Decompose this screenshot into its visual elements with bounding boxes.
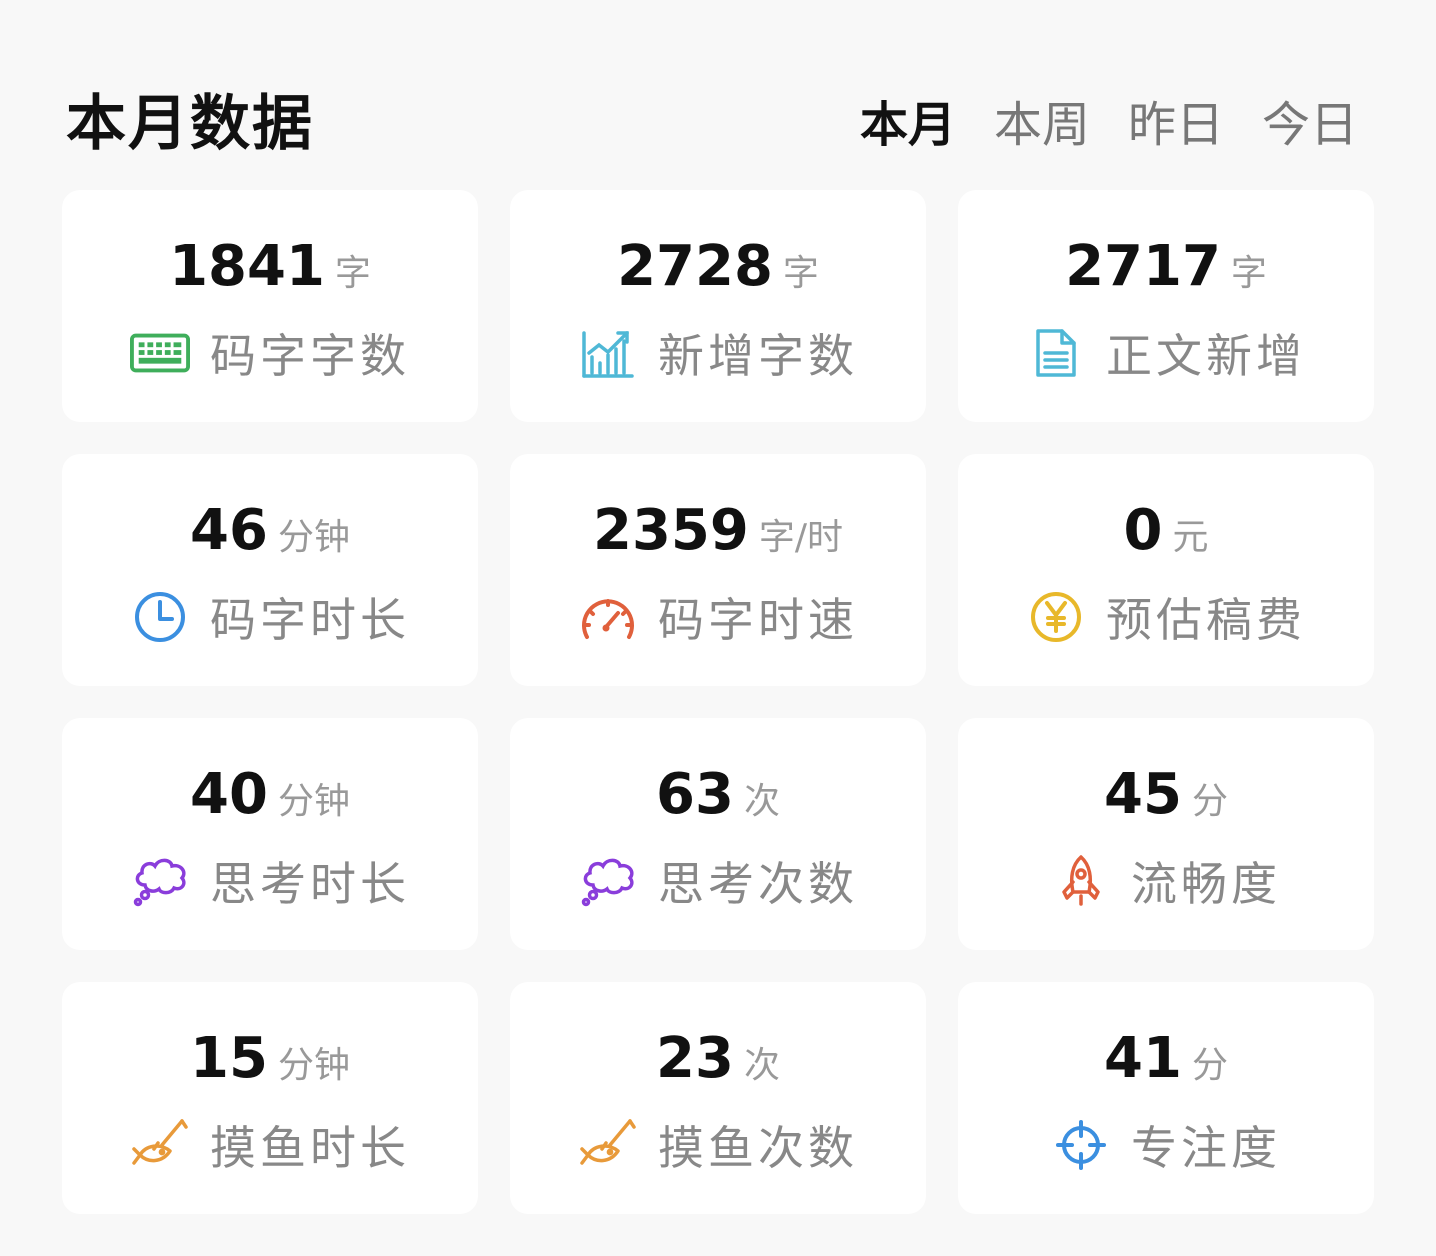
stat-value: 45 xyxy=(1104,762,1182,827)
stat-card-new-words[interactable]: 2728 字 新增字数 xyxy=(510,190,926,422)
stat-value-row: 0元 xyxy=(958,498,1374,563)
stat-label-row: 摸鱼时长 xyxy=(62,1112,478,1178)
stat-value: 15 xyxy=(190,1026,268,1091)
stat-value-row: 41 分 xyxy=(958,1026,1374,1091)
tab-this-month[interactable]: 本月 xyxy=(860,90,956,160)
stat-label: 摸鱼次数 xyxy=(658,1121,858,1175)
stat-label: 摸鱼时长 xyxy=(210,1121,410,1175)
thought-bubble-icon xyxy=(130,855,190,907)
stat-value: 23 xyxy=(656,1026,734,1091)
stat-value: 63 xyxy=(656,762,734,827)
stat-card-slacking-count[interactable]: 23 次 摸鱼次数 xyxy=(510,982,926,1214)
stat-card-typed-words[interactable]: 1841 字 码字字数 xyxy=(62,190,478,422)
stat-card-slacking-duration[interactable]: 15 分钟 摸鱼时长 xyxy=(62,982,478,1214)
crosshair-icon xyxy=(1051,1119,1111,1171)
stat-value-row: 2717 字 xyxy=(958,234,1374,299)
stat-unit: 分钟 xyxy=(277,1045,350,1086)
stat-label: 流畅度 xyxy=(1131,857,1281,911)
stat-unit: 分钟 xyxy=(277,781,350,822)
speedometer-icon xyxy=(578,591,638,643)
stat-value: 41 xyxy=(1104,1026,1182,1091)
stat-value: 2359 xyxy=(593,498,749,563)
stat-value-row: 46 分钟 xyxy=(62,498,478,563)
fish-rod-icon xyxy=(578,1119,638,1171)
stat-card-thinking-count[interactable]: 63 次 思考次数 xyxy=(510,718,926,950)
stat-label-row: 预估稿费 xyxy=(958,584,1374,650)
stat-unit: 分钟 xyxy=(277,517,350,558)
stat-value-row: 2728 字 xyxy=(510,234,926,299)
header: 本月数据 本月 本周 昨日 今日 xyxy=(66,84,1366,164)
stat-unit: 字/时 xyxy=(758,517,843,558)
stat-unit: 字 xyxy=(1230,253,1267,294)
stat-unit: 字 xyxy=(782,253,819,294)
stat-label-row: 摸鱼次数 xyxy=(510,1112,926,1178)
stat-value-row: 15 分钟 xyxy=(62,1026,478,1091)
stat-label: 预估稿费 xyxy=(1106,593,1306,647)
stat-card-focus[interactable]: 41 分 专注度 xyxy=(958,982,1374,1214)
stat-value-row: 63 次 xyxy=(510,762,926,827)
tab-yesterday[interactable]: 昨日 xyxy=(1128,90,1224,160)
stat-unit: 次 xyxy=(743,781,780,822)
stat-card-estimated-fee[interactable]: 0元 预估稿费 xyxy=(958,454,1374,686)
stat-value: 2717 xyxy=(1065,234,1221,299)
stats-grid: 1841 字 码字字数 2728 字 新增字数 2717 字 正文新增 46 分… xyxy=(62,190,1374,1214)
stat-label-row: 思考次数 xyxy=(510,848,926,914)
stat-label: 码字时长 xyxy=(210,593,410,647)
fish-rod-icon xyxy=(130,1119,190,1171)
stat-value-row: 40 分钟 xyxy=(62,762,478,827)
stat-unit: 分 xyxy=(1191,1045,1228,1086)
clock-icon xyxy=(130,591,190,643)
stat-unit: 分 xyxy=(1191,781,1228,822)
tab-this-week[interactable]: 本周 xyxy=(994,90,1090,160)
stat-label-row: 码字字数 xyxy=(62,320,478,386)
stat-card-typing-duration[interactable]: 46 分钟 码字时长 xyxy=(62,454,478,686)
stat-label: 码字字数 xyxy=(210,329,410,383)
document-icon xyxy=(1026,327,1086,379)
stat-label-row: 正文新增 xyxy=(958,320,1374,386)
stat-label-row: 专注度 xyxy=(958,1112,1374,1178)
period-tabs: 本月 本周 昨日 今日 xyxy=(860,90,1358,160)
rocket-icon xyxy=(1051,855,1111,907)
stat-label-row: 思考时长 xyxy=(62,848,478,914)
tab-today[interactable]: 今日 xyxy=(1262,90,1358,160)
stat-value: 46 xyxy=(190,498,268,563)
keyboard-icon xyxy=(130,327,190,379)
stat-value: 1841 xyxy=(169,234,325,299)
stat-label: 码字时速 xyxy=(658,593,858,647)
stat-value: 2728 xyxy=(617,234,773,299)
stat-unit: 次 xyxy=(743,1045,780,1086)
stat-label-row: 码字时速 xyxy=(510,584,926,650)
stat-label-row: 码字时长 xyxy=(62,584,478,650)
chart-up-icon xyxy=(578,327,638,379)
stat-card-fluency[interactable]: 45 分 流畅度 xyxy=(958,718,1374,950)
stat-label: 新增字数 xyxy=(658,329,858,383)
page-title: 本月数据 xyxy=(66,89,314,159)
thought-bubble-icon xyxy=(578,855,638,907)
stat-value-row: 2359 字/时 xyxy=(510,498,926,563)
stat-value-row: 45 分 xyxy=(958,762,1374,827)
stat-unit: 字 xyxy=(334,253,371,294)
stat-label: 思考次数 xyxy=(658,857,858,911)
stat-label: 思考时长 xyxy=(210,857,410,911)
stat-label-row: 流畅度 xyxy=(958,848,1374,914)
stat-card-thinking-duration[interactable]: 40 分钟 思考时长 xyxy=(62,718,478,950)
stat-value: 0 xyxy=(1123,498,1163,563)
stat-unit: 元 xyxy=(1172,517,1209,558)
stat-label: 专注度 xyxy=(1131,1121,1281,1175)
yen-coin-icon xyxy=(1026,591,1086,643)
stat-card-typing-speed[interactable]: 2359 字/时 码字时速 xyxy=(510,454,926,686)
stat-label: 正文新增 xyxy=(1106,329,1306,383)
stat-card-body-new[interactable]: 2717 字 正文新增 xyxy=(958,190,1374,422)
stat-value: 40 xyxy=(190,762,268,827)
stat-label-row: 新增字数 xyxy=(510,320,926,386)
stats-page: 本月数据 本月 本周 昨日 今日 1841 字 码字字数 2728 字 新增字数… xyxy=(0,0,1436,1256)
stat-value-row: 1841 字 xyxy=(62,234,478,299)
stat-value-row: 23 次 xyxy=(510,1026,926,1091)
